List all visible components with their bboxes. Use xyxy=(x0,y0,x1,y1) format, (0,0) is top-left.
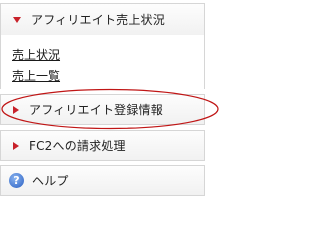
submenu-link-sales-list[interactable]: 売上一覧 xyxy=(12,67,60,84)
triangle-right-icon xyxy=(13,141,19,150)
menu-item-billing[interactable]: FC2への請求処理 xyxy=(0,130,205,161)
menu-item-label: ヘルプ xyxy=(32,174,69,188)
sidebar-menu: アフィリエイト売上状況 売上状況 売上一覧 アフィリエイト登録情報 FC2への請… xyxy=(0,0,205,200)
menu-item-label: FC2への請求処理 xyxy=(29,139,126,153)
triangle-right-icon xyxy=(13,105,19,114)
submenu-link-sales-status[interactable]: 売上状況 xyxy=(12,46,60,63)
menu-item-label: アフィリエイト売上状況 xyxy=(31,13,165,27)
triangle-down-icon xyxy=(13,16,21,23)
submenu-panel: 売上状況 売上一覧 xyxy=(0,35,205,89)
menu-item-label: アフィリエイト登録情報 xyxy=(29,103,163,117)
menu-item-help[interactable]: ? ヘルプ xyxy=(0,165,205,196)
menu-item-affiliate-registration[interactable]: アフィリエイト登録情報 xyxy=(0,94,205,125)
help-question-icon: ? xyxy=(9,173,24,188)
menu-item-affiliate-sales[interactable]: アフィリエイト売上状況 xyxy=(0,3,205,36)
